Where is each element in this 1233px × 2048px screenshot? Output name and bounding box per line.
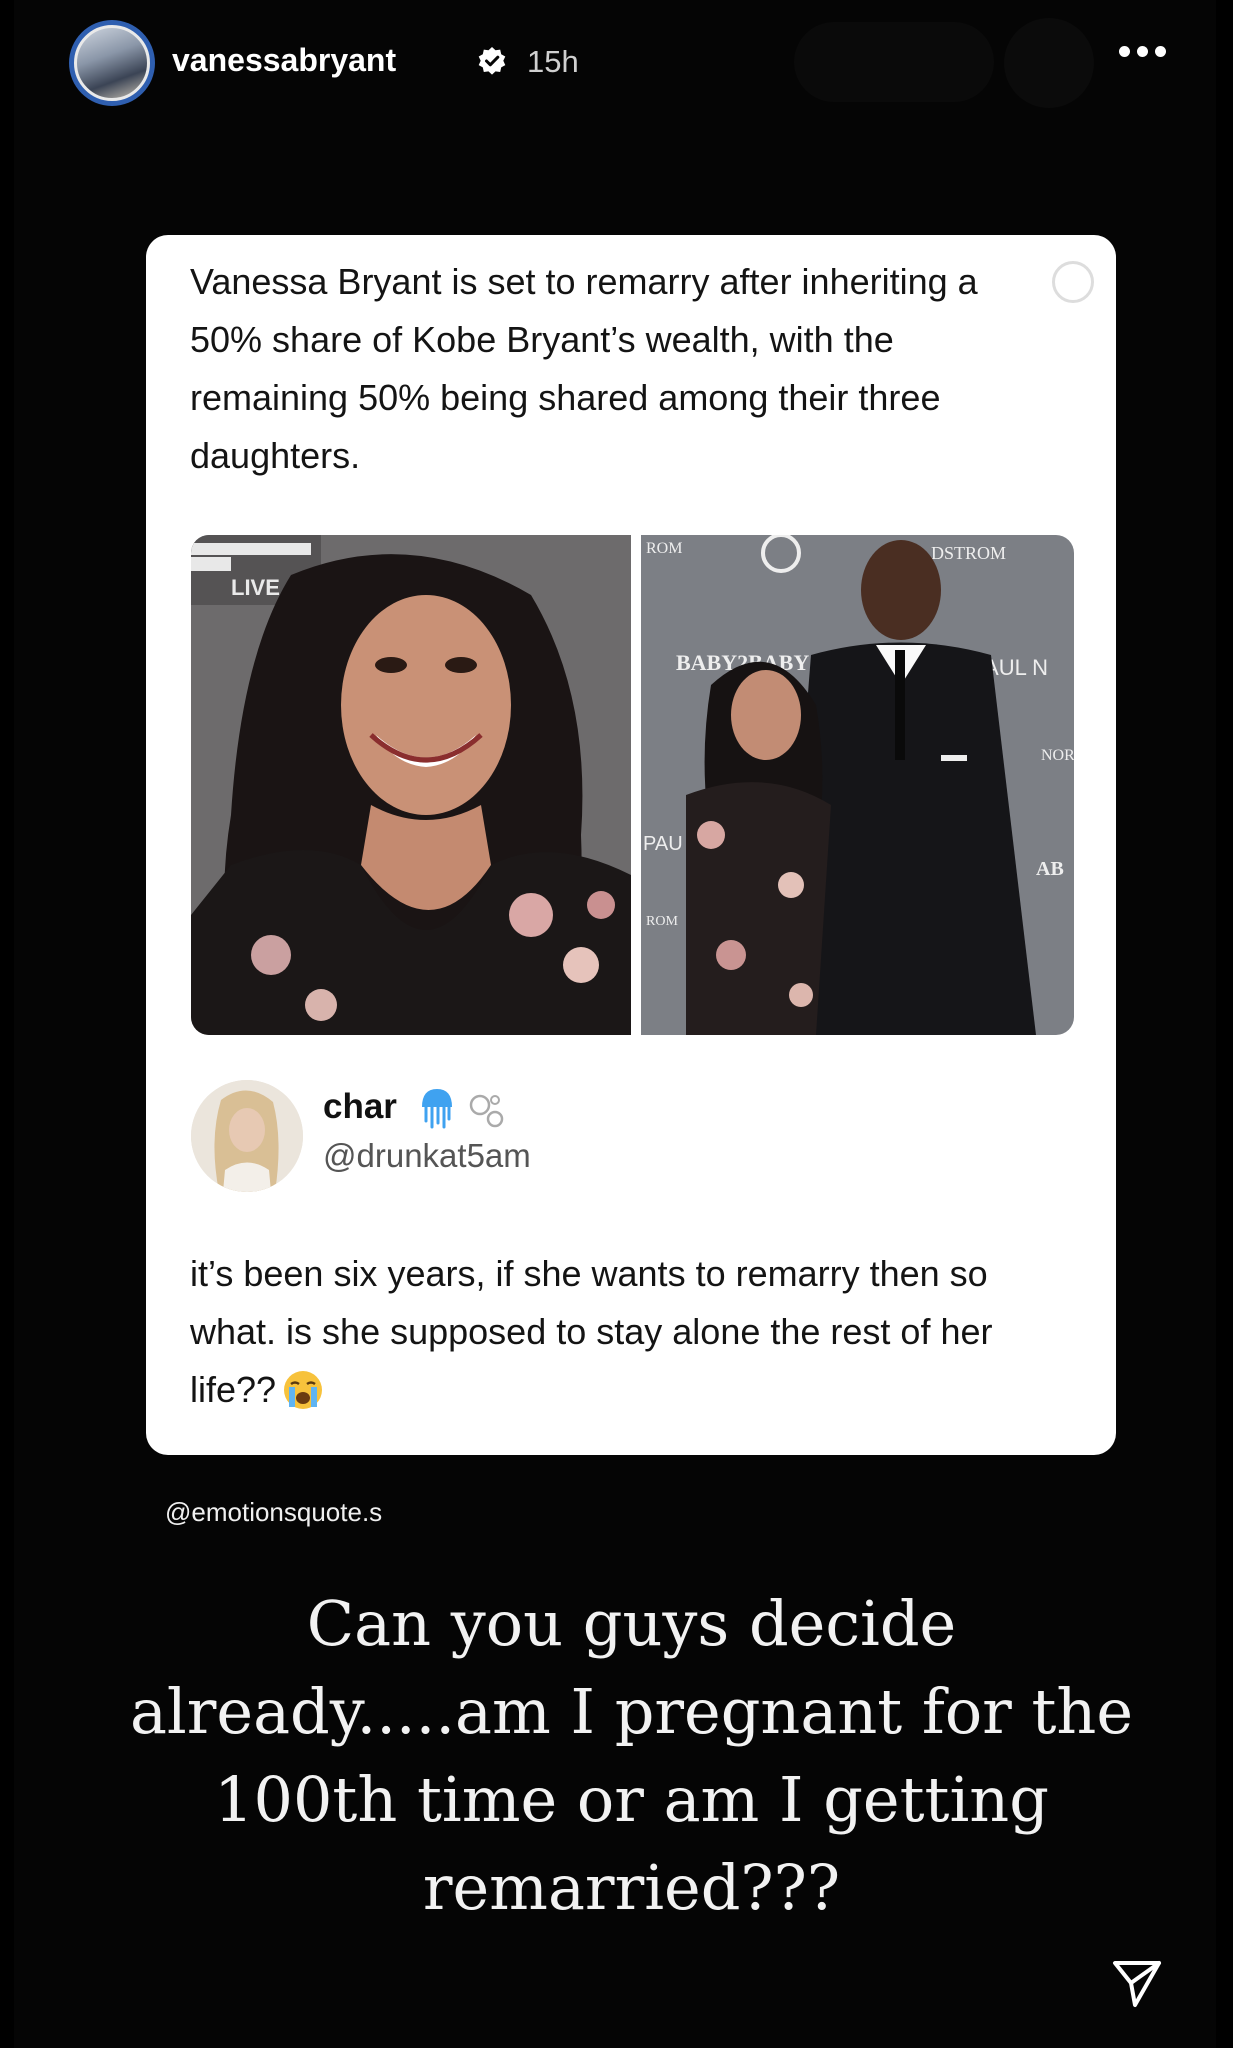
bubbles-icon — [469, 1094, 504, 1128]
blurred-region — [794, 22, 994, 102]
post-time: 15h — [527, 44, 579, 79]
reply-text: it’s been six years, if she wants to rem… — [190, 1245, 1070, 1419]
photo-couple: ROM DSTROM BABY2BABY PAUL N NOR PAU ROM … — [641, 535, 1074, 1035]
signage-text: DSTROM — [931, 543, 1006, 563]
username[interactable]: vanessabryant — [172, 42, 396, 79]
credit-handle: @emotionsquote.s — [165, 1497, 383, 1527]
signage-live: LIVE — [231, 575, 280, 600]
blurred-region — [1004, 18, 1094, 108]
reply-handle[interactable]: @drunkat5am — [323, 1137, 531, 1175]
photo-vanessa: LIVE — [191, 535, 631, 1035]
signage-text: ROM — [646, 914, 678, 929]
signage-text: NOR — [1041, 747, 1074, 764]
signage-text: ROM — [646, 540, 682, 557]
more-options-icon[interactable] — [1112, 36, 1172, 66]
send-icon[interactable] — [1109, 1955, 1165, 2011]
reply-name[interactable]: char — [323, 1087, 397, 1127]
story-caption: Can you guys decide already.....am I pre… — [129, 1587, 1134, 1924]
signage-text: PAU — [643, 833, 683, 855]
verified-badge-icon — [478, 47, 506, 75]
jellyfish-icon — [422, 1089, 452, 1129]
loudly-crying-face-icon — [284, 1371, 323, 1409]
signage-text: AB — [1036, 858, 1064, 880]
avatar-image — [74, 25, 150, 101]
story-frame: vanessabryant 15h Vanessa Bryant is set … — [14, 0, 1216, 2048]
tweet-card: Vanessa Bryant is set to remarry after i… — [146, 235, 1116, 1455]
tweet-text: Vanessa Bryant is set to remarry after i… — [190, 261, 978, 476]
profile-avatar[interactable] — [69, 20, 155, 106]
reply-avatar[interactable] — [191, 1080, 303, 1192]
circle-icon — [1052, 261, 1094, 303]
